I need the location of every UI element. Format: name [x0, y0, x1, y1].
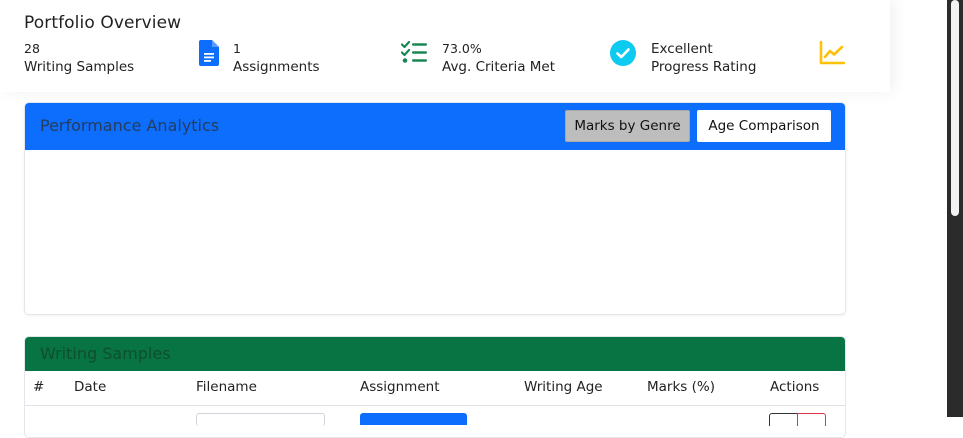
stat-label: Assignments: [233, 59, 320, 75]
chart-area: [25, 150, 845, 314]
stat-value: 73.0%: [442, 41, 482, 56]
stat-label: Avg. Criteria Met: [442, 59, 556, 75]
performance-analytics-header: Performance Analytics Marks by Genre Age…: [25, 103, 845, 150]
delete-action-button[interactable]: [797, 413, 826, 426]
stat-value: 28: [24, 41, 40, 56]
stat-value: Excellent: [651, 41, 713, 57]
stat-writing-samples: 28 Writing Samples: [24, 40, 134, 77]
stat-label: Writing Samples: [24, 59, 135, 75]
scrollbar-thumb[interactable]: [951, 0, 959, 216]
performance-analytics-card: Performance Analytics Marks by Genre Age…: [24, 102, 846, 315]
age-comparison-button[interactable]: Age Comparison: [697, 110, 831, 142]
writing-samples-title: Writing Samples: [40, 344, 171, 363]
trend-chart-icon: [819, 40, 846, 69]
table-header-divider: [25, 405, 845, 406]
checklist-icon: [400, 40, 428, 67]
page-scrollbar[interactable]: [947, 0, 963, 417]
column-header-actions: Actions: [770, 379, 820, 395]
overview-title: Portfolio Overview: [24, 13, 182, 33]
performance-analytics-title: Performance Analytics: [40, 116, 220, 135]
writing-samples-header: Writing Samples: [25, 337, 845, 371]
writing-samples-card: Writing Samples # Date Filename Assignme…: [24, 336, 846, 438]
column-header-marks: Marks (%): [647, 379, 715, 395]
assignment-button[interactable]: [360, 413, 467, 425]
stat-assignments: 1 Assignments: [233, 40, 320, 77]
stat-progress-rating: Excellent Progress Rating: [651, 40, 756, 77]
stat-value: 1: [233, 41, 241, 56]
edit-action-button[interactable]: [769, 413, 798, 426]
stat-criteria-met: 73.0% Avg. Criteria Met: [442, 40, 555, 77]
filename-input[interactable]: [196, 413, 325, 426]
column-header-number: #: [33, 379, 45, 395]
marks-by-genre-button[interactable]: Marks by Genre: [565, 110, 690, 142]
column-header-filename: Filename: [196, 379, 257, 395]
document-icon: [199, 40, 219, 70]
portfolio-overview-panel: Portfolio Overview 28 Writing Samples 1 …: [0, 0, 890, 92]
check-circle-icon: [610, 40, 636, 70]
column-header-writing-age: Writing Age: [524, 379, 603, 395]
column-header-assignment: Assignment: [360, 379, 440, 395]
column-header-date: Date: [74, 379, 107, 395]
stat-label: Progress Rating: [651, 59, 757, 75]
